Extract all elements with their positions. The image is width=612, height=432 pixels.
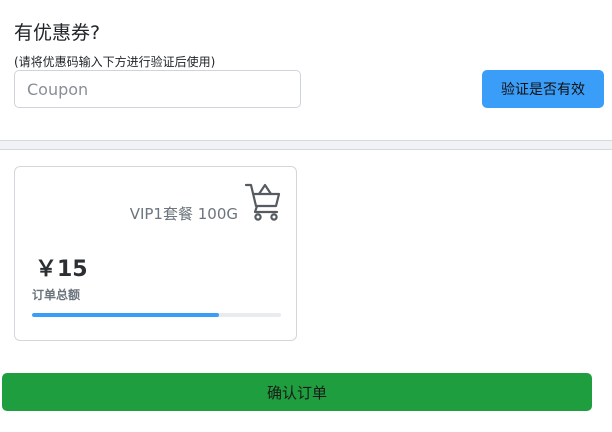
shopping-cart-icon	[244, 183, 281, 221]
checkout-page: 有优惠券? (请将优惠码输入下方进行验证后使用) 验证是否有效 VIP1套餐 1…	[0, 0, 612, 432]
coupon-input[interactable]	[14, 70, 301, 108]
plan-card: VIP1套餐 100G ￥15 订单总额	[14, 166, 297, 341]
section-divider	[0, 140, 612, 150]
coupon-title: 有优惠券?	[14, 22, 101, 44]
order-total-label: 订单总额	[32, 288, 81, 302]
coupon-hint: (请将优惠码输入下方进行验证后使用)	[14, 55, 216, 69]
verify-coupon-button[interactable]: 验证是否有效	[482, 70, 604, 108]
progress-bar-fill	[32, 313, 219, 317]
coupon-section: 有优惠券? (请将优惠码输入下方进行验证后使用) 验证是否有效	[0, 0, 612, 141]
plan-price: ￥15	[35, 257, 88, 282]
confirm-order-button[interactable]: 确认订单	[2, 373, 592, 411]
progress-bar	[32, 313, 281, 317]
plan-name: VIP1套餐 100G	[129, 205, 238, 223]
